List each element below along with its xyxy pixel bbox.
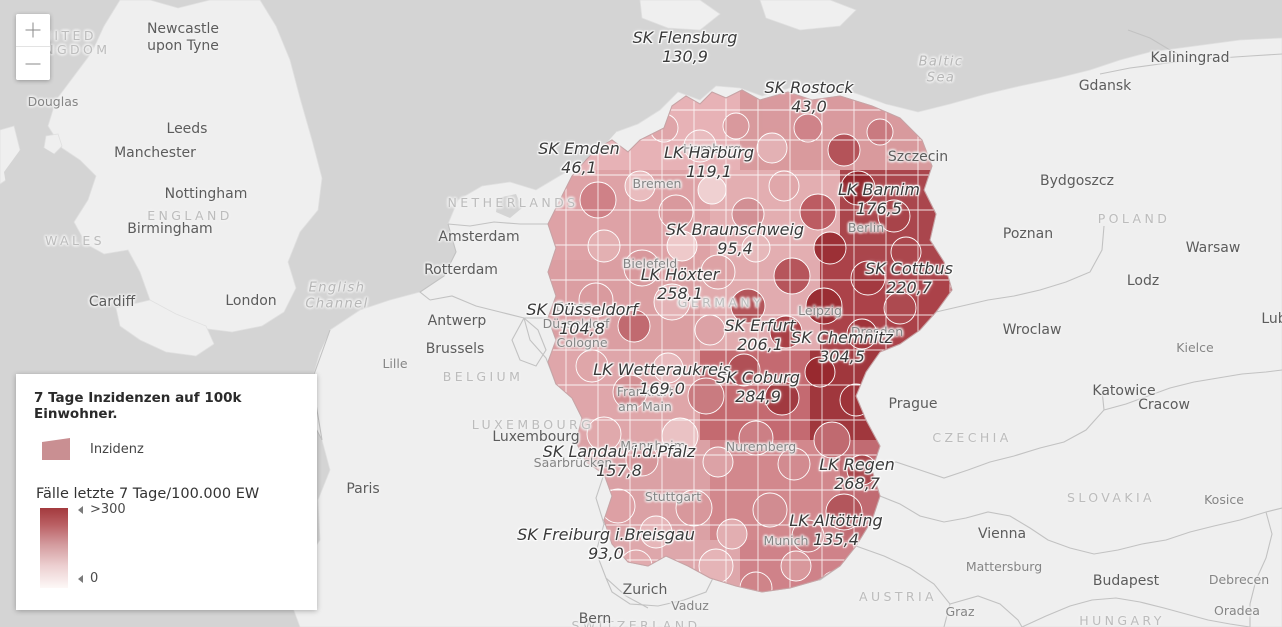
minus-icon <box>25 56 41 71</box>
zoom-in-button[interactable] <box>16 14 50 47</box>
zoom-control[interactable] <box>16 14 50 80</box>
legend-symbol-label: Inzidenz <box>90 441 144 457</box>
color-scale: >300 0 <box>34 502 299 590</box>
tick-arrow-icon <box>78 505 83 514</box>
incidence-swatch-icon <box>42 438 70 460</box>
plus-icon <box>25 22 41 38</box>
tick-arrow-icon <box>78 574 83 583</box>
scale-tick-min: 0 <box>78 571 98 586</box>
scale-min-label: 0 <box>90 571 99 586</box>
legend-panel: 7 Tage Inzidenzen auf 100k Einwohner. In… <box>16 374 317 610</box>
legend-title: 7 Tage Inzidenzen auf 100k Einwohner. <box>34 390 242 422</box>
scale-max-label: >300 <box>90 502 126 517</box>
map-application: Baltic Sea English Channel UNITED KINGDOM ENG… <box>0 0 1282 627</box>
scale-title: Fälle letzte 7 Tage/100.000 EW <box>36 486 260 502</box>
scale-tick-max: >300 <box>78 502 126 517</box>
legend-symbol-row: Inzidenz <box>34 438 299 460</box>
zoom-out-button[interactable] <box>16 47 50 80</box>
color-scale-bar <box>40 508 68 588</box>
